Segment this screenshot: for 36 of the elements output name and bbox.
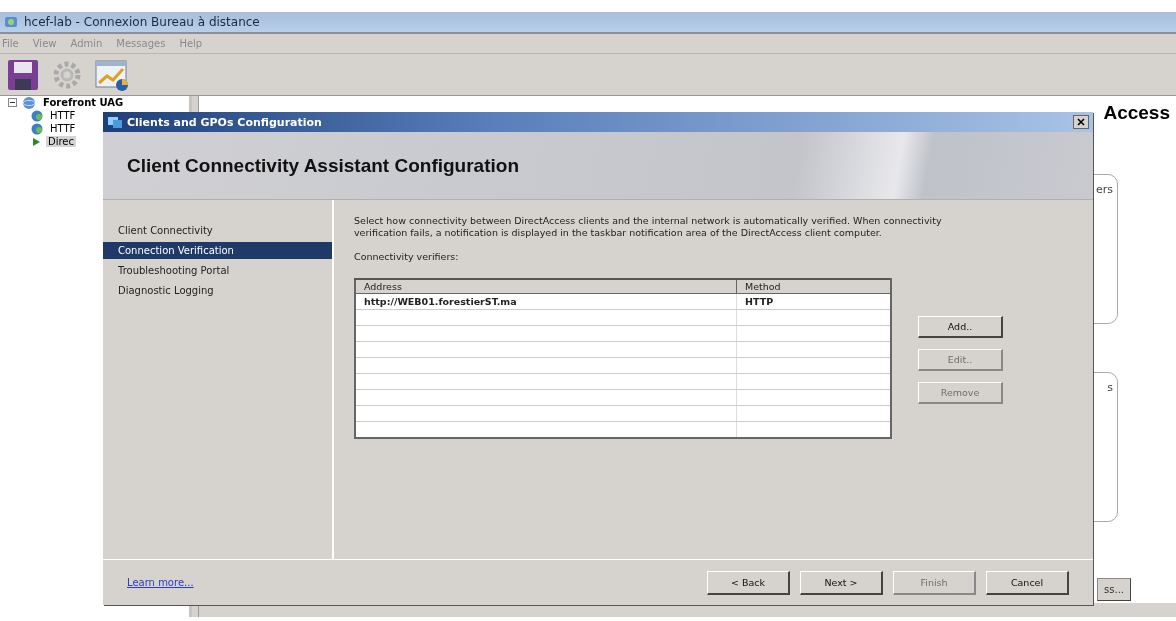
- table-cell: HTTP: [736, 293, 891, 310]
- globe-icon: [30, 121, 44, 136]
- play-icon: [30, 135, 42, 148]
- group-label: ers: [1095, 183, 1113, 198]
- computers-icon: [107, 114, 123, 130]
- tree-item[interactable]: HTTF: [48, 123, 78, 134]
- list-button[interactable]: Add..: [918, 316, 1003, 338]
- close-button[interactable]: [1073, 115, 1089, 129]
- panel-heading: Access: [1103, 102, 1170, 124]
- wizard-button[interactable]: < Back: [707, 570, 790, 595]
- wizard-button[interactable]: Next >: [800, 570, 883, 595]
- dialog-title: Clients and GPOs Configuration: [127, 115, 322, 129]
- nav-item[interactable]: Diagnostic Logging: [103, 282, 332, 299]
- nav-item[interactable]: Client Connectivity: [103, 222, 332, 239]
- verifiers-table[interactable]: Address Method http://WEB01.forestierST.ma HTTP: [354, 278, 892, 439]
- group-label: s: [1107, 381, 1113, 396]
- table-cell: http://WEB01.forestierST.ma: [355, 293, 737, 310]
- tree-item[interactable]: Direc: [46, 136, 77, 147]
- globe-icon: [21, 95, 37, 110]
- collapse-icon[interactable]: [8, 98, 17, 107]
- wizard-button[interactable]: Cancel: [986, 570, 1069, 595]
- learn-more-link[interactable]: Learn more...: [127, 577, 194, 588]
- globe-icon: [30, 108, 44, 123]
- tree-item[interactable]: Forefront UAG: [41, 97, 126, 108]
- description-text: Select how connectivity between DirectAccess clients and the internal network is automatically verified. When connectivity verification fails, a notification is displayed in the taskbar notification area of the DirectAccess client computer.: [354, 215, 943, 239]
- column-header[interactable]: Method: [736, 279, 891, 294]
- window-title: hcef-lab - Connexion Bureau à distance: [24, 15, 260, 29]
- column-header[interactable]: Address: [355, 279, 737, 294]
- list-label: Connectivity verifiers:: [354, 251, 460, 262]
- app-icon: [4, 15, 18, 29]
- nav-item[interactable]: Troubleshooting Portal: [103, 262, 332, 279]
- wizard-heading: Client Connectivity Assistant Configuration: [127, 154, 519, 177]
- panel-button[interactable]: ss...: [1097, 578, 1131, 601]
- nav-item[interactable]: Connection Verification: [103, 242, 332, 259]
- tree-item[interactable]: HTTF: [48, 110, 78, 121]
- close-icon: [1076, 117, 1086, 127]
